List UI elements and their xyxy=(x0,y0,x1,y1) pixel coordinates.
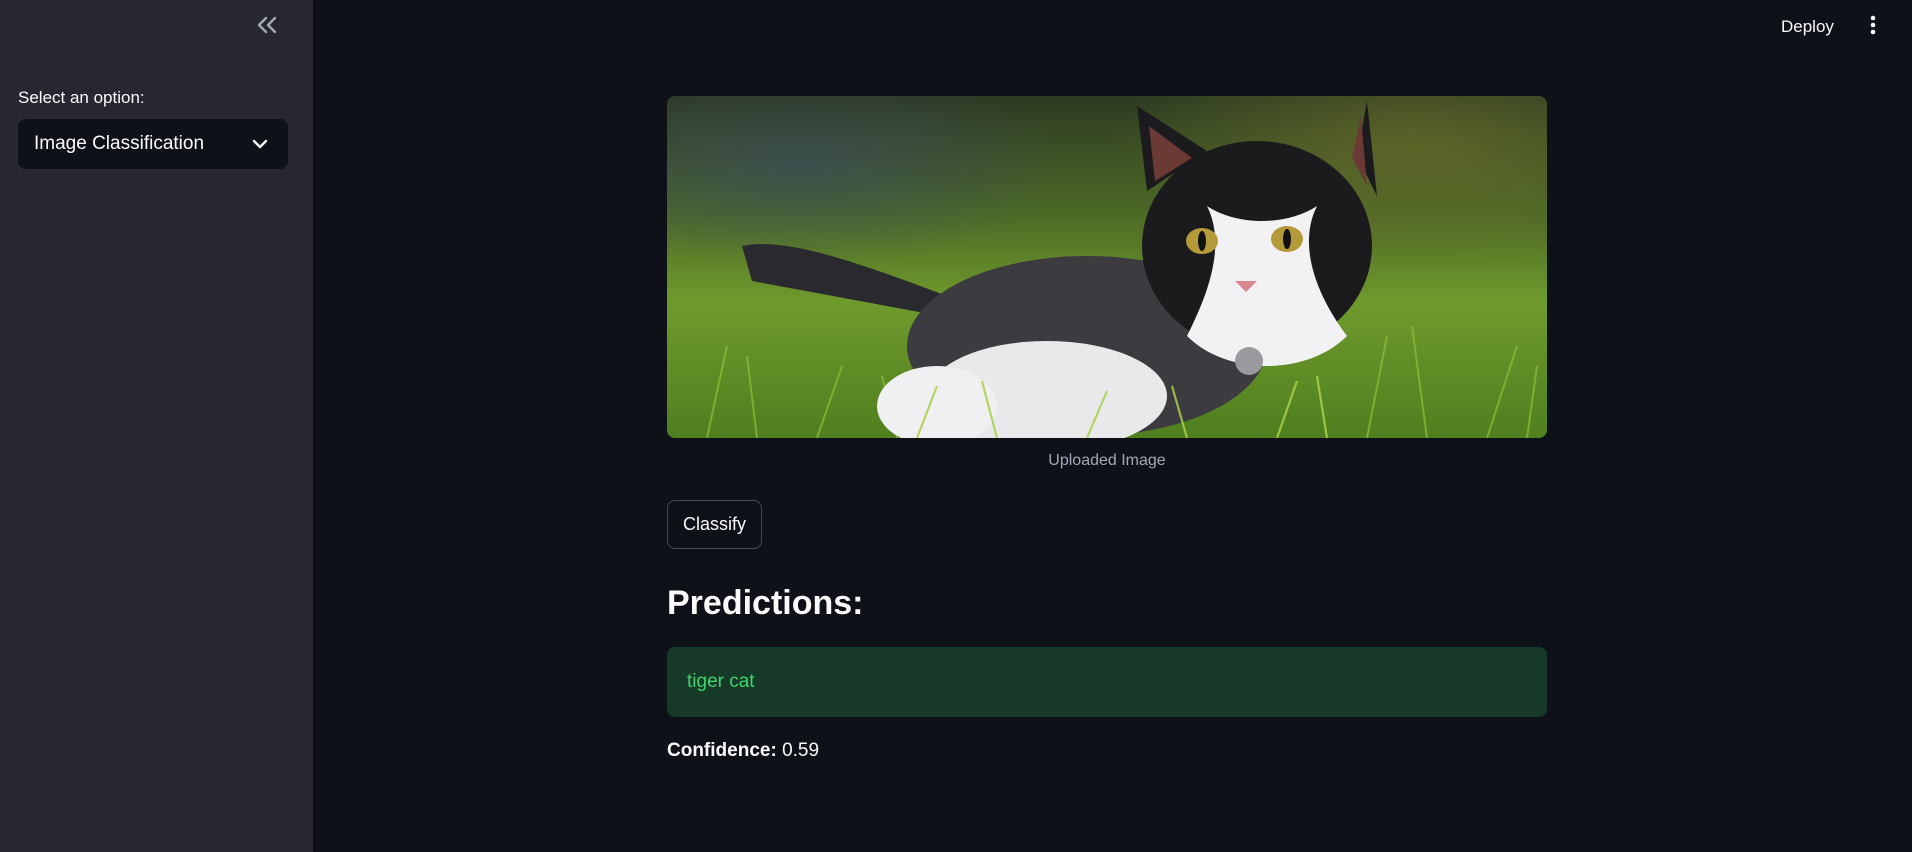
image-caption: Uploaded Image xyxy=(1048,452,1166,469)
sidebar: Select an option: Image Classification xyxy=(0,0,313,852)
prediction-text: tiger cat xyxy=(687,671,755,692)
confidence-label: Confidence: xyxy=(667,740,777,761)
select-label: Select an option: xyxy=(18,88,145,107)
predictions-heading: Predictions: xyxy=(667,584,864,622)
main-menu-button[interactable] xyxy=(1862,12,1884,42)
uploaded-image xyxy=(667,96,1547,438)
confidence-line: Confidence: 0.59 xyxy=(667,740,819,762)
double-chevron-left-icon xyxy=(256,16,278,39)
classify-button[interactable]: Classify xyxy=(667,500,762,549)
selected-option: Image Classification xyxy=(34,133,205,154)
chevron-down-icon xyxy=(252,138,268,150)
prediction-alert: tiger cat xyxy=(667,647,1547,717)
collapse-sidebar-button[interactable] xyxy=(252,14,282,40)
vertical-ellipsis-icon xyxy=(1870,14,1876,41)
deploy-button[interactable]: Deploy xyxy=(1775,14,1840,40)
option-select[interactable]: Image Classification xyxy=(18,119,288,169)
confidence-value: 0.59 xyxy=(782,740,820,761)
